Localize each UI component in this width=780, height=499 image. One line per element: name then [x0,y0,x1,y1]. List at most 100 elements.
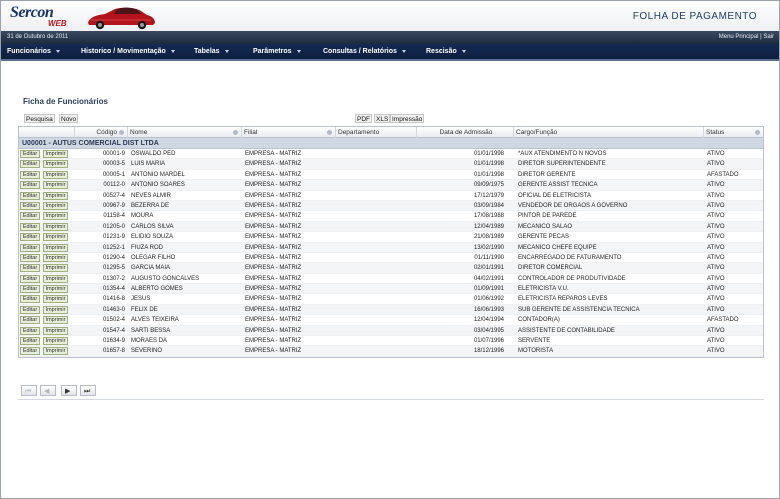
edit-button[interactable]: Editar [20,170,40,179]
column-header-codigo[interactable]: Código [75,127,128,138]
impressao-button[interactable]: Impressão [390,114,425,123]
print-button[interactable]: Imprimir [43,264,68,273]
print-button[interactable]: Imprimir [43,337,68,346]
menu-parametros[interactable]: Parâmetros [253,48,301,55]
cell-status: ATIVO [707,286,725,293]
edit-button[interactable]: Editar [20,191,40,200]
print-button[interactable]: Imprimir [43,253,68,262]
next-page-button[interactable]: ▶ [61,385,77,396]
sair-link[interactable]: Sair [763,34,774,40]
print-button[interactable]: Imprimir [43,316,68,325]
app-window: Sercon WEB FOLHA DE PAGAMENTO 31 de Outu… [0,0,780,499]
cell-data-admissao: 01/01/1998 [473,151,504,157]
novo-button[interactable]: Novo [59,114,79,123]
menu-rescisao[interactable]: Rescisão [426,48,466,55]
menu-consultas-relatorios[interactable]: Consultas / Relatórios [323,48,406,55]
sort-icon[interactable] [327,130,332,135]
cell-departamento [339,346,417,356]
menu-tabelas[interactable]: Tabelas [194,48,229,55]
last-page-button[interactable]: ⏭ [80,385,96,396]
cell-filial: EMPRESA - MATRIZ [245,244,302,251]
column-header-cargo[interactable]: Cargo/Função [514,127,704,138]
cell-cargo: ENCARREGADO DE FATURAMENTO [518,254,622,261]
cell-cargo: MECANICO SALAO [518,223,573,230]
edit-button[interactable]: Editar [20,264,40,273]
print-button[interactable]: Imprimir [43,274,68,283]
edit-button[interactable]: Editar [20,212,40,221]
edit-button[interactable]: Editar [20,150,40,158]
cell-departamento [339,305,417,315]
cell-departamento [339,191,417,201]
cell-filial: EMPRESA - MATRIZ [245,275,302,282]
sercon-logo: Sercon WEB [10,4,80,30]
sort-icon[interactable] [233,130,238,135]
print-button[interactable]: Imprimir [43,285,68,294]
first-page-button[interactable]: ⏮ [21,385,37,396]
cell-filial: EMPRESA - MATRIZ [245,234,302,241]
table-row: Editar Imprimir 01252-1 FIUZA ROD EMPRESA - … [19,242,763,253]
cell-data-admissao: 03/04/1995 [473,327,504,334]
menu-principal-link[interactable]: Menu Principal [719,34,759,40]
sort-icon[interactable] [755,130,760,135]
cell-nome: ELIDIO SOUZA [131,234,174,241]
cell-departamento [339,284,417,294]
cell-data-admissao: 01/01/1998 [473,161,504,168]
print-button[interactable]: Imprimir [43,212,68,221]
cell-departamento [339,222,417,232]
print-button[interactable]: Imprimir [43,181,68,190]
column-header-status[interactable]: Status [704,127,763,138]
print-button[interactable]: Imprimir [43,191,68,200]
cell-filial: EMPRESA - MATRIZ [245,192,302,199]
edit-button[interactable]: Editar [20,326,40,335]
edit-button[interactable]: Editar [20,285,40,294]
column-header-data-admissao[interactable]: Data de Admissão [417,127,514,138]
cell-codigo: 01416-8 [102,296,125,303]
print-button[interactable]: Imprimir [43,347,68,356]
header: Sercon WEB FOLHA DE PAGAMENTO [1,1,779,31]
prev-page-button[interactable]: ◀ [40,385,56,396]
pdf-export-button[interactable]: PDF [355,114,372,123]
pesquisa-button[interactable]: Pesquisa [24,114,55,123]
edit-button[interactable]: Editar [20,243,40,252]
cell-data-admissao: 01/06/1992 [473,296,504,303]
edit-button[interactable]: Editar [20,253,40,262]
edit-button[interactable]: Editar [20,347,40,356]
menu-historico-movimentacao[interactable]: Historico / Movimentação [81,48,175,55]
sort-icon[interactable] [119,130,124,135]
print-button[interactable]: Imprimir [43,326,68,335]
cell-departamento [339,170,417,180]
print-button[interactable]: Imprimir [43,222,68,231]
edit-button[interactable]: Editar [20,337,40,346]
print-button[interactable]: Imprimir [43,160,68,169]
print-button[interactable]: Imprimir [43,243,68,252]
edit-button[interactable]: Editar [20,201,40,210]
table-row: Editar Imprimir 01158-4 MOURA EMPRESA - MATR… [19,211,763,222]
edit-button[interactable]: Editar [20,295,40,304]
table-row: Editar Imprimir 01354-4 ALBERTO GOMES EMPRES… [19,284,763,295]
edit-button[interactable]: Editar [20,233,40,242]
section-title: Ficha de Funcionários [23,97,108,106]
grid-header: Código Nome Filial Departamento Data de … [19,127,763,138]
cell-data-admissao: 18/12/1996 [473,348,504,355]
edit-button[interactable]: Editar [20,222,40,231]
print-button[interactable]: Imprimir [43,305,68,314]
cell-filial: EMPRESA - MATRIZ [245,317,302,324]
cell-status: ATIVO [707,254,725,261]
edit-button[interactable]: Editar [20,181,40,190]
edit-button[interactable]: Editar [20,305,40,314]
menu-funcionarios[interactable]: Funcionários [7,48,60,55]
print-button[interactable]: Imprimir [43,201,68,210]
edit-button[interactable]: Editar [20,316,40,325]
column-header-filial[interactable]: Filial [242,127,336,138]
print-button[interactable]: Imprimir [43,170,68,179]
edit-button[interactable]: Editar [20,160,40,169]
column-header-departamento[interactable]: Departamento [336,127,417,138]
column-header-nome[interactable]: Nome [128,127,242,138]
print-button[interactable]: Imprimir [43,233,68,242]
table-row: Editar Imprimir 00967-9 BEZERRA DE EMPRESA -… [19,200,763,212]
xls-export-button[interactable]: XLS [374,114,391,123]
print-button[interactable]: Imprimir [43,295,68,304]
edit-button[interactable]: Editar [20,274,40,283]
print-button[interactable]: Imprimir [43,150,68,158]
cell-filial: EMPRESA - MATRIZ [245,182,302,189]
